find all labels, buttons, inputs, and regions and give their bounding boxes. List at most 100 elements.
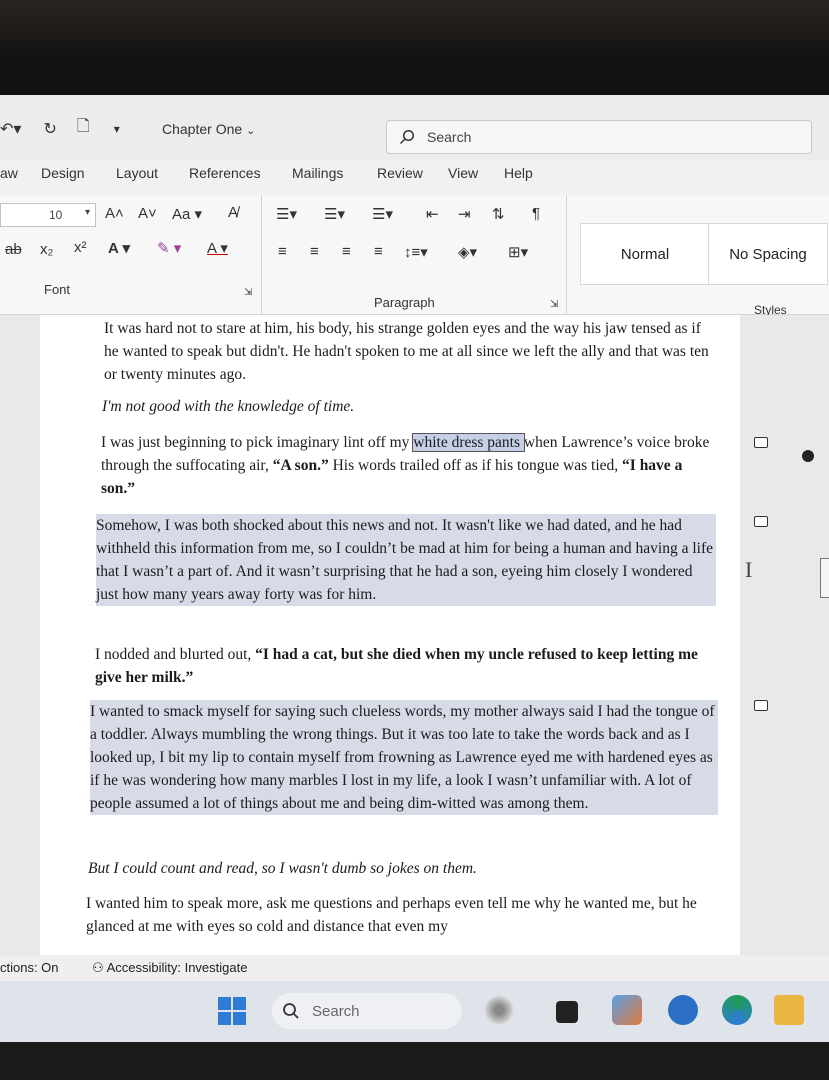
- edge-browser-icon[interactable]: [722, 995, 752, 1025]
- screen-bezel-bottom: [0, 1042, 829, 1080]
- accessibility-status[interactable]: ⚇ Accessibility: Investigate: [92, 960, 247, 976]
- align-right-icon[interactable]: ≡: [342, 243, 351, 260]
- selected-text[interactable]: white dress pants: [412, 433, 525, 452]
- chevron-down-icon: ▾: [85, 207, 91, 218]
- paragraph-3-dialogue-1: “A son.”: [272, 457, 329, 474]
- tab-draw[interactable]: aw: [0, 165, 18, 181]
- comment-icon[interactable]: [754, 516, 768, 527]
- title-bar: ↶▾ ↻ 🗋 ▾ Chapter One ⌄ Search: [0, 95, 829, 160]
- accessibility-icon: ⚇: [92, 960, 107, 975]
- tab-view[interactable]: View: [448, 165, 478, 181]
- customize-toolbar-icon[interactable]: ▾: [114, 122, 120, 136]
- new-document-icon[interactable]: 🗋: [77, 115, 90, 142]
- paragraph-group-label: Paragraph: [374, 295, 435, 310]
- windows-start-icon[interactable]: [218, 997, 246, 1025]
- comment-icon[interactable]: [754, 437, 768, 448]
- text-cursor-icon: I: [745, 557, 753, 582]
- taskbar-search[interactable]: Search: [272, 993, 462, 1029]
- grow-font-icon[interactable]: A˄: [105, 205, 124, 222]
- borders-icon[interactable]: ⊞▾: [508, 243, 528, 261]
- paragraph-6-commented[interactable]: I wanted to smack myself for saying such…: [90, 700, 718, 815]
- superscript-button[interactable]: x²: [74, 239, 87, 256]
- bullets-icon[interactable]: ☰▾: [276, 205, 297, 223]
- paragraph-8[interactable]: I wanted him to speak more, ask me quest…: [86, 892, 714, 938]
- paragraph-5-text: I nodded and blurted out,: [95, 646, 256, 663]
- screen-bezel-top: [0, 0, 829, 95]
- tab-mailings[interactable]: Mailings: [292, 165, 343, 181]
- start-tile: [233, 997, 246, 1010]
- numbering-icon[interactable]: ☰▾: [324, 205, 345, 223]
- font-dialog-launcher-icon[interactable]: ⇲: [244, 287, 252, 298]
- styles-group: Normal No Spacing Styles: [570, 195, 829, 317]
- task-view-icon[interactable]: [556, 1001, 578, 1023]
- justify-icon[interactable]: ≡: [374, 243, 383, 260]
- change-case-button[interactable]: Aa ▾: [172, 205, 202, 223]
- clear-formatting-icon[interactable]: A̸: [228, 204, 238, 221]
- start-tile: [218, 1012, 231, 1025]
- start-tile: [218, 997, 231, 1010]
- text-effects-icon[interactable]: A ▾: [108, 239, 130, 257]
- tab-review[interactable]: Review: [377, 165, 423, 181]
- redo-icon[interactable]: ↻: [43, 119, 56, 139]
- comment-marker-dot: [802, 450, 814, 462]
- search-box[interactable]: Search: [386, 120, 812, 154]
- highlight-color-icon[interactable]: ✎ ▾: [157, 239, 181, 257]
- line-spacing-icon[interactable]: ↕≡▾: [404, 243, 428, 261]
- multilevel-list-icon[interactable]: ☰▾: [372, 205, 393, 223]
- comment-pane-edge[interactable]: [820, 558, 829, 598]
- status-bar: ctions: On ⚇ Accessibility: Investigate: [0, 955, 829, 981]
- paragraph-4-commented[interactable]: Somehow, I was both shocked about this n…: [96, 514, 716, 606]
- tab-layout[interactable]: Layout: [116, 165, 158, 181]
- text-predictions-status[interactable]: ctions: On: [0, 960, 59, 975]
- style-no-spacing-label: No Spacing: [729, 245, 807, 263]
- document-title[interactable]: Chapter One ⌄: [162, 121, 255, 137]
- paragraph-7[interactable]: But I could count and read, so I wasn't …: [88, 857, 714, 880]
- font-size-select[interactable]: 10 ▾: [0, 203, 96, 227]
- quick-access-toolbar: ↶▾ ↻ 🗋 ▾: [0, 115, 120, 142]
- shrink-font-icon[interactable]: A˅: [138, 205, 157, 222]
- paragraph-1[interactable]: It was hard not to stare at him, his bod…: [104, 317, 716, 386]
- paragraph-group: ☰▾ ☰▾ ☰▾ ⇤ ⇥ ⇅ ¶ ≡ ≡ ≡ ≡ ↕≡▾ ◈▾ ⊞▾ Parag…: [262, 195, 567, 315]
- paragraph-dialog-launcher-icon[interactable]: ⇲: [550, 299, 558, 310]
- accessibility-label: Accessibility: Investigate: [106, 960, 248, 975]
- tab-references[interactable]: References: [189, 165, 261, 181]
- search-icon: [399, 129, 415, 145]
- subscript-button[interactable]: x₂: [40, 241, 53, 258]
- strikethrough-button[interactable]: ab: [5, 241, 22, 258]
- decrease-indent-icon[interactable]: ⇤: [426, 205, 439, 223]
- comment-icon[interactable]: [754, 700, 768, 711]
- style-no-spacing[interactable]: No Spacing: [708, 223, 828, 285]
- word-window: ↶▾ ↻ 🗋 ▾ Chapter One ⌄ Search aw Design …: [0, 95, 829, 1042]
- paragraph-3-text-c: His words trailed off as if his tongue w…: [328, 457, 623, 474]
- change-case-label: Aa: [172, 206, 191, 223]
- style-normal[interactable]: Normal: [580, 223, 710, 285]
- taskbar-search-label: Search: [312, 1002, 360, 1020]
- help-icon[interactable]: [668, 995, 698, 1025]
- widgets-icon[interactable]: [484, 995, 514, 1025]
- search-label: Search: [427, 129, 472, 145]
- chevron-down-icon: ⌄: [246, 125, 256, 137]
- file-explorer-icon[interactable]: [774, 995, 804, 1025]
- paragraph-3[interactable]: I was just beginning to pick imaginary l…: [101, 431, 715, 500]
- font-group: 10 ▾ A˄ A˅ Aa ▾ A̸ ab x₂ x² A ▾ ✎ ▾ A ▾ …: [0, 195, 262, 315]
- sort-icon[interactable]: ⇅: [492, 205, 505, 223]
- font-color-icon[interactable]: A ▾: [207, 239, 228, 257]
- search-icon: [283, 1003, 299, 1019]
- show-formatting-icon[interactable]: ¶: [532, 205, 540, 222]
- ribbon: 10 ▾ A˄ A˅ Aa ▾ A̸ ab x₂ x² A ▾ ✎ ▾ A ▾ …: [0, 195, 829, 317]
- font-size-value: 10: [49, 208, 63, 222]
- shading-icon[interactable]: ◈▾: [458, 243, 477, 261]
- align-center-icon[interactable]: ≡: [310, 243, 319, 260]
- paragraph-5[interactable]: I nodded and blurted out, “I had a cat, …: [95, 643, 715, 689]
- start-tile: [233, 1012, 246, 1025]
- tab-design[interactable]: Design: [41, 165, 85, 181]
- tab-help[interactable]: Help: [504, 165, 533, 181]
- paragraph-2[interactable]: I'm not good with the knowledge of time.: [102, 395, 714, 418]
- copilot-icon[interactable]: [612, 995, 642, 1025]
- align-left-icon[interactable]: ≡: [278, 243, 287, 260]
- increase-indent-icon[interactable]: ⇥: [458, 205, 471, 223]
- font-group-label: Font: [44, 282, 71, 297]
- undo-icon[interactable]: ↶▾: [0, 119, 21, 139]
- taskbar: Search: [0, 981, 829, 1042]
- ribbon-tabs: aw Design Layout References Mailings Rev…: [0, 160, 829, 188]
